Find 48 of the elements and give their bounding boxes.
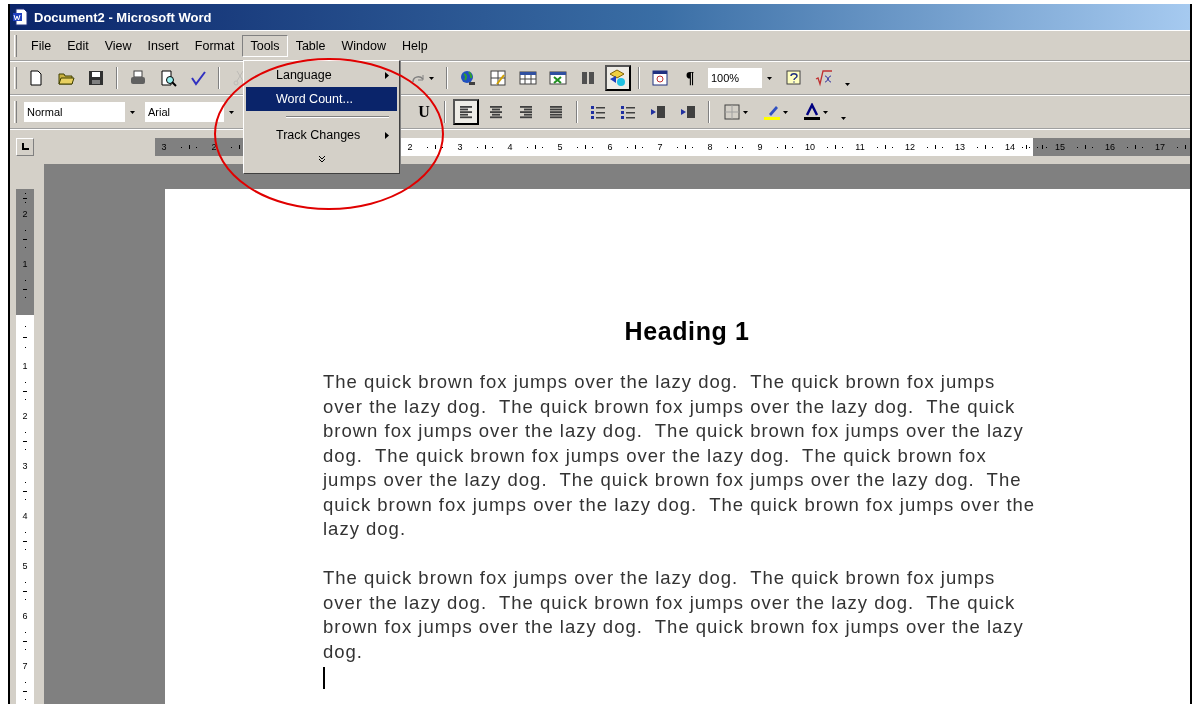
ruler-number: 2 xyxy=(406,142,414,152)
ruler-number: 1 xyxy=(21,360,29,373)
paragraph: The quick brown fox jumps over the lazy dog. The quick brown fox jumps over the lazy dog. The quick brown fox jumps over the lazy dog. The quick brown fox jumps over the lazy dog. The quick brown fox jumps over the lazy dog. The quick brown fox jumps over the lazy dog. The quick brown fox jumps over the lazy dog. The quick brown fox jumps over the lazy dog. The quick brown fox jumps over the lazy dog. The quick brown fox jumps over the lazy dog. xyxy=(323,370,1037,541)
dropdown-field[interactable]: 100% xyxy=(707,67,777,89)
ruler-number: 3 xyxy=(160,142,168,152)
ruler-number: 5 xyxy=(556,142,564,152)
ruler-number: 10 xyxy=(804,142,816,152)
ruler-number: 1 xyxy=(21,258,29,271)
ruler-number: 2 xyxy=(210,142,218,152)
ruler-number: 2 xyxy=(21,208,29,221)
menu-item[interactable]: View xyxy=(96,34,140,57)
menu-item[interactable]: Insert xyxy=(139,34,187,57)
menu-item[interactable]: Window xyxy=(333,34,394,57)
ruler-number: 6 xyxy=(21,610,29,623)
menu-item[interactable]: Edit xyxy=(59,34,97,57)
ruler-number: 12 xyxy=(904,142,916,152)
ruler-number: 15 xyxy=(1054,142,1066,152)
window-title: Document2 - Microsoft Word xyxy=(34,9,212,25)
ruler-number: 14 xyxy=(1004,142,1016,152)
menu-item[interactable]: Track Changes xyxy=(246,123,397,147)
menu-item[interactable]: Tools xyxy=(242,34,288,57)
ruler-number: 7 xyxy=(656,142,664,152)
ruler-number: 5 xyxy=(21,560,29,573)
ruler-number: 9 xyxy=(756,142,764,152)
toolbar-button[interactable]: ¶ xyxy=(677,65,703,91)
paragraph: The quick brown fox jumps over the lazy dog. The quick brown fox jumps over the lazy dog. The quick brown fox jumps over the lazy dog. The quick brown fox jumps over the lazy dog. The quick brown fox jumps over the lazy dog. xyxy=(323,566,1025,664)
menu-item[interactable]: Table xyxy=(287,34,334,57)
ruler-number: 4 xyxy=(21,510,29,523)
menu-item[interactable]: Help xyxy=(394,34,436,57)
ruler-number: 3 xyxy=(21,460,29,473)
menu-item[interactable]: Format xyxy=(186,34,243,57)
ruler-number: 17 xyxy=(1154,142,1166,152)
menu-item[interactable]: File xyxy=(23,34,60,57)
dropdown-field[interactable]: Arial xyxy=(144,101,239,123)
ruler-number: 11 xyxy=(854,142,866,152)
menu-item[interactable]: Word Count... xyxy=(246,87,397,111)
menu-item[interactable]: Language xyxy=(246,63,397,87)
ruler-number: 16 xyxy=(1104,142,1116,152)
dropdown-field[interactable]: Normal xyxy=(23,101,140,123)
heading: Heading 1 xyxy=(623,317,751,346)
ruler-number: 3 xyxy=(456,142,464,152)
ruler-number: 2 xyxy=(21,410,29,423)
ruler-number: 7 xyxy=(21,660,29,673)
toolbar-button[interactable]: U xyxy=(411,99,437,125)
ruler-number: 4 xyxy=(506,142,514,152)
ruler-number: 8 xyxy=(706,142,714,152)
ruler-number: 6 xyxy=(606,142,614,152)
ruler-number: 13 xyxy=(954,142,966,152)
